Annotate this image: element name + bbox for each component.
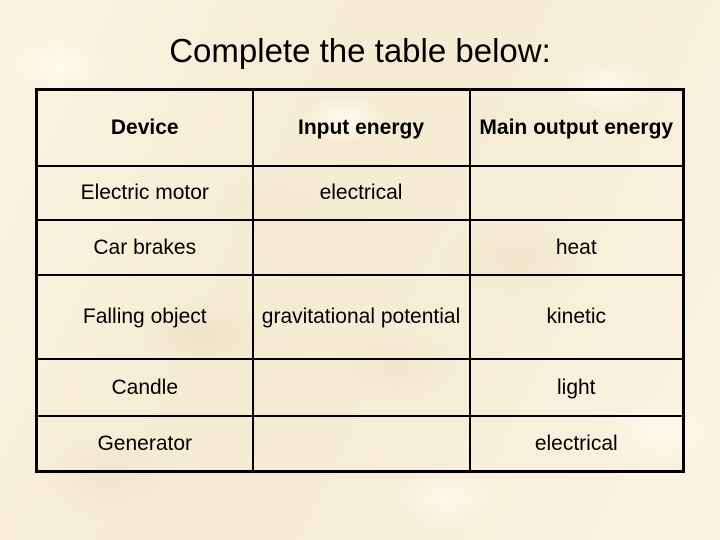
column-header-device: Device <box>35 88 254 167</box>
cell-input-energy <box>251 358 471 417</box>
column-header-input-energy-label: Input energy <box>297 116 424 139</box>
column-header-device-label: Device <box>110 116 179 139</box>
cell-input-energy-text: electrical <box>319 181 403 204</box>
table-row: Electric motor electrical <box>35 165 685 221</box>
cell-device: Electric motor <box>35 165 254 221</box>
cell-input-energy: electrical <box>251 165 471 221</box>
column-header-input-energy: Input energy <box>251 88 471 167</box>
cell-device: Candle <box>35 358 254 417</box>
cell-main-output-energy: heat <box>468 219 685 276</box>
cell-input-energy-text: gravitational potential <box>261 305 461 328</box>
page-title: Complete the table below: <box>169 32 551 69</box>
cell-device-text: Candle <box>111 375 179 399</box>
cell-device-text: Falling object <box>82 305 207 328</box>
cell-device: Falling object <box>35 274 254 360</box>
cell-main-output-energy-text: kinetic <box>546 305 607 328</box>
energy-table: Device Input energy Main output energy E… <box>35 88 685 473</box>
cell-device-text: Electric motor <box>80 181 209 204</box>
cell-device: Generator <box>35 415 254 473</box>
table-header-row: Device Input energy Main output energy <box>35 88 685 167</box>
table-row: Car brakes heat <box>35 219 685 276</box>
column-header-main-output-energy-label: Main output energy <box>479 116 674 139</box>
cell-device: Car brakes <box>35 219 254 276</box>
cell-input-energy: gravitational potential <box>251 274 471 360</box>
cell-main-output-energy-text: electrical <box>534 431 618 455</box>
cell-main-output-energy: light <box>468 358 685 417</box>
slide-content: Complete the table below: Device Input e… <box>0 0 720 540</box>
cell-main-output-energy: kinetic <box>468 274 685 360</box>
cell-main-output-energy-text: light <box>556 375 596 399</box>
column-header-main-output-energy: Main output energy <box>468 88 685 167</box>
cell-main-output-energy <box>468 165 685 221</box>
cell-device-text: Generator <box>97 431 193 455</box>
cell-input-energy <box>251 415 471 473</box>
cell-main-output-energy-text: heat <box>555 235 597 259</box>
table-row: Generator electrical <box>35 415 685 473</box>
table-row: Candle light <box>35 358 685 417</box>
cell-device-text: Car brakes <box>93 235 197 259</box>
cell-input-energy <box>251 219 471 276</box>
cell-main-output-energy: electrical <box>468 415 685 473</box>
table-row: Falling object gravitational potential k… <box>35 274 685 360</box>
